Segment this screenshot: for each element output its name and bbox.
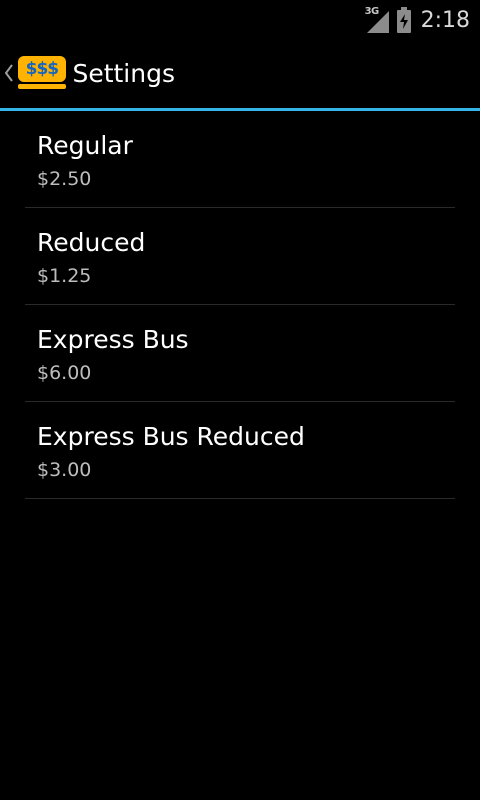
clock: 2:18 (420, 7, 470, 33)
network-type-label: 3G (364, 6, 380, 17)
fare-list: Regular $2.50 Reduced $1.25 Express Bus … (0, 111, 480, 499)
fare-price: $6.00 (37, 362, 92, 384)
fare-name: Reduced (37, 228, 146, 257)
page-title: Settings (72, 58, 175, 88)
chevron-left-icon (4, 63, 16, 83)
signal-indicator: 3G (364, 6, 389, 33)
fare-name: Regular (37, 131, 133, 160)
fare-item-regular[interactable]: Regular $2.50 (0, 111, 480, 208)
app-icon-text: $$$ (25, 58, 59, 79)
app-icon: $$$ (17, 56, 66, 90)
fare-item-express-bus-reduced[interactable]: Express Bus Reduced $3.00 (0, 402, 480, 499)
battery-charging-icon (396, 7, 411, 33)
fare-item-reduced[interactable]: Reduced $1.25 (0, 208, 480, 305)
action-bar: $$$ Settings (0, 38, 480, 108)
fare-name: Express Bus Reduced (37, 422, 305, 451)
app-icon-bill: $$$ (17, 56, 66, 82)
fare-price: $3.00 (37, 459, 92, 481)
fare-price: $1.25 (37, 265, 92, 287)
fare-item-express-bus[interactable]: Express Bus $6.00 (0, 305, 480, 402)
app-icon-base (17, 84, 66, 89)
status-icons: 3G 2:18 (365, 5, 470, 35)
up-navigation-button[interactable]: $$$ Settings (0, 38, 175, 108)
fare-price: $2.50 (37, 168, 92, 190)
fare-name: Express Bus (37, 325, 189, 354)
list-divider (25, 498, 455, 499)
status-bar: 3G 2:18 (0, 0, 480, 38)
